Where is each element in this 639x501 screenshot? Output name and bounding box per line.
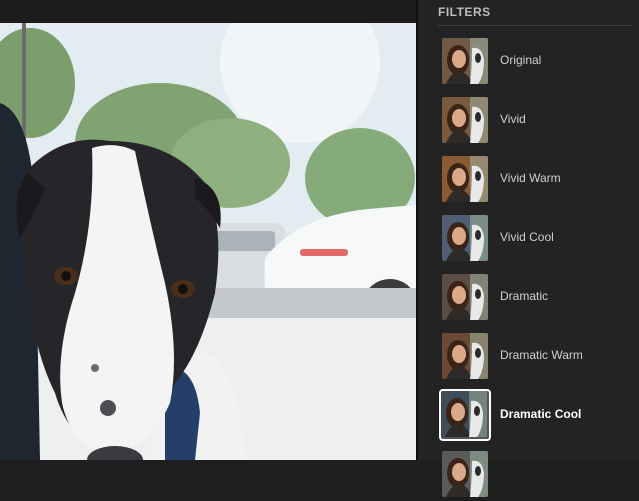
- thumbnail-image: [442, 333, 488, 379]
- thumbnail-image: [442, 156, 488, 202]
- filters-title: FILTERS: [438, 5, 491, 19]
- filter-next-partial[interactable]: [438, 449, 634, 501]
- filter-label: Vivid: [500, 112, 526, 126]
- filter-vivid[interactable]: Vivid: [438, 95, 634, 147]
- thumbnail-image: [442, 38, 488, 84]
- filter-thumbnail: [442, 451, 488, 497]
- filter-label: Dramatic Warm: [500, 348, 583, 362]
- filter-label: Vivid Warm: [500, 171, 561, 185]
- filter-thumbnail: [442, 333, 488, 379]
- filter-dramatic[interactable]: Dramatic: [438, 272, 634, 324]
- filter-label: Vivid Cool: [500, 230, 554, 244]
- filter-thumbnail: [442, 97, 488, 143]
- title-divider: [438, 25, 631, 26]
- thumbnail-image: [441, 391, 487, 437]
- filter-label: Dramatic: [500, 289, 549, 303]
- filter-vivid-warm[interactable]: Vivid Warm: [438, 154, 634, 206]
- thumbnail-image: [442, 274, 488, 320]
- photo-preview: [0, 23, 416, 460]
- thumbnail-image: [442, 97, 488, 143]
- thumbnail-image: [442, 451, 488, 497]
- filter-dramatic-cool[interactable]: Dramatic Cool: [438, 389, 634, 442]
- filter-dramatic-warm[interactable]: Dramatic Warm: [438, 331, 634, 383]
- filter-vivid-cool[interactable]: Vivid Cool: [438, 213, 634, 265]
- filters-panel: FILTERS Original Vivid Vivid Warm Vivid …: [418, 0, 639, 497]
- top-toolbar: [0, 0, 416, 23]
- filter-original[interactable]: Original: [438, 36, 634, 88]
- filter-thumbnail: [439, 389, 491, 441]
- filter-label: Dramatic Cool: [500, 407, 582, 421]
- filter-thumbnail: [442, 215, 488, 261]
- dog-photo: [0, 23, 416, 460]
- filter-label: Original: [500, 53, 542, 67]
- thumbnail-image: [442, 215, 488, 261]
- filter-thumbnail: [442, 156, 488, 202]
- filter-thumbnail: [442, 38, 488, 84]
- filter-thumbnail: [442, 274, 488, 320]
